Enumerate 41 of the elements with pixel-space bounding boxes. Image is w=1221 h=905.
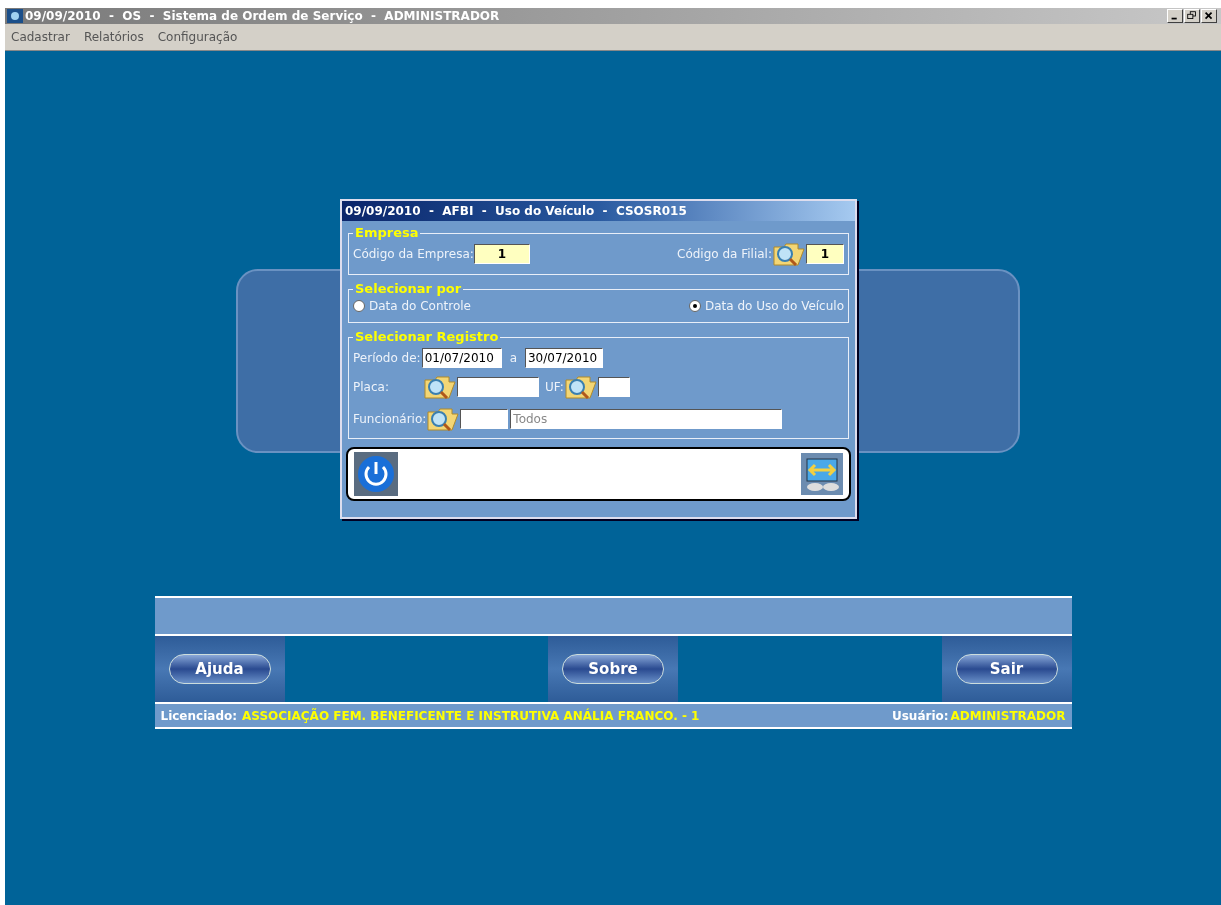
close-icon[interactable] [1201, 9, 1217, 23]
licensee-name: ASSOCIAÇÃO FEM. BENEFICENTE E INSTRUTIVA ANÁLIA FRANCO. - 1 [242, 707, 700, 725]
group-legend: Empresa [353, 225, 421, 241]
employee-code-field[interactable] [460, 409, 509, 429]
field-label: a [509, 350, 517, 367]
footer-button[interactable]: Sobre [562, 654, 664, 684]
dialog-title: 09/09/2010 - AFBI - Uso do Veículo - CSOSR015 [345, 203, 687, 220]
field-label: Placa: [353, 379, 390, 396]
folder-search-icon[interactable] [563, 374, 598, 400]
plate-field[interactable] [457, 377, 539, 397]
company-code-field[interactable]: 1 [473, 244, 530, 264]
footer-button[interactable]: Ajuda [168, 654, 271, 684]
field-label: Funcionário: [353, 411, 427, 428]
menu-item[interactable]: Relatórios [83, 28, 144, 46]
app-icon [7, 9, 23, 23]
field-label: UF: [545, 379, 564, 396]
status-label: Usuário: [891, 707, 949, 725]
menu-item[interactable]: Cadastrar [11, 28, 70, 46]
menu-item[interactable]: Configuração [157, 28, 238, 46]
employee-name-field[interactable]: Todos [510, 409, 783, 429]
group-legend: Selecionar por [353, 281, 464, 297]
date-from-field[interactable]: 01/07/2010 [421, 348, 502, 368]
date-to-field[interactable]: 30/07/2010 [525, 348, 603, 368]
status-label: Licenciado: [160, 707, 237, 725]
window-title: 09/09/2010 - OS - Sistema de Ordem de Serviço - ADMINISTRADOR [25, 8, 500, 25]
folder-search-icon[interactable] [423, 374, 457, 400]
folder-search-icon[interactable] [772, 241, 806, 267]
radio-button[interactable] [353, 300, 365, 312]
group-legend: Selecionar Registro [353, 329, 501, 345]
field-label: Código da Empresa: [353, 246, 474, 263]
user-name: ADMINISTRADOR [950, 707, 1066, 725]
field-label: Código da Filial: [677, 246, 772, 263]
radio-button[interactable] [688, 300, 701, 312]
branch-code-field[interactable]: 1 [806, 244, 844, 264]
uf-field[interactable] [597, 377, 630, 397]
restore-icon[interactable] [1184, 9, 1200, 23]
folder-search-icon[interactable] [426, 406, 461, 432]
footer-button[interactable]: Sair [955, 654, 1058, 684]
power-icon[interactable] [354, 452, 398, 496]
minimize-icon[interactable] [1167, 9, 1183, 23]
field-label: Período de: [353, 350, 421, 367]
